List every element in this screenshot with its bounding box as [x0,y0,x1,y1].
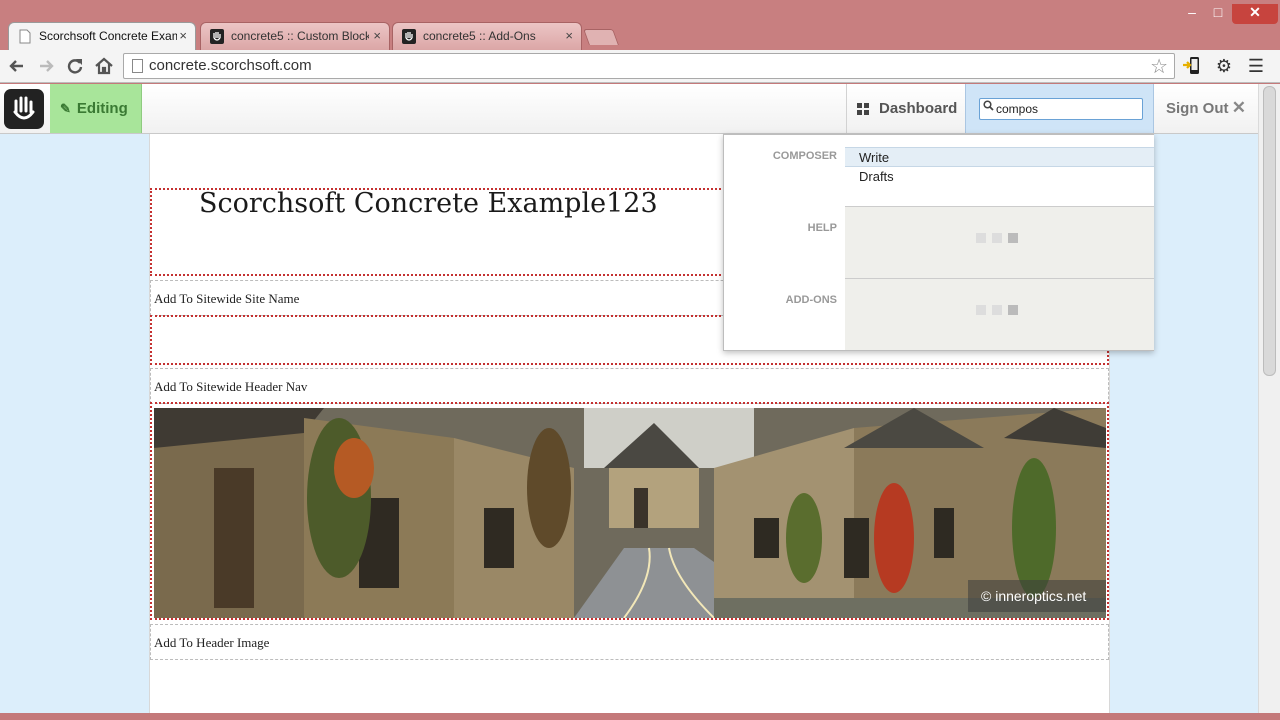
new-tab-button[interactable] [583,29,619,45]
tab-scorchsoft[interactable]: Scorchsoft Concrete Exam × [8,22,196,50]
settings-gear-icon[interactable]: ⚙ [1213,55,1235,77]
composer-results: Write Drafts [845,135,1154,207]
close-tab-icon[interactable]: × [373,28,381,43]
address-url: concrete.scorchsoft.com [149,57,312,74]
menu-icon[interactable]: ☰ [1245,55,1267,77]
add-ons-results [845,279,1154,350]
concrete5-toolbar: ✎ Editing Dashboard Sign Out ✕ [0,84,1258,134]
search-input[interactable] [979,98,1143,120]
page-viewport: Scorchsoft Concrete Example123 Add To Si… [0,84,1280,713]
reload-icon[interactable] [64,55,86,77]
loading-indicator [976,233,1018,245]
dashboard-grid-icon [857,103,869,115]
address-bar[interactable]: concrete.scorchsoft.com ☆ [123,53,1175,79]
home-icon[interactable] [93,55,115,77]
tab-title: Scorchsoft Concrete Exam [39,29,177,43]
bookmark-star-icon[interactable]: ☆ [1150,54,1168,79]
add-header-nav-bar[interactable]: Add To Sitewide Header Nav [150,368,1109,404]
results-section-labels: COMPOSER HELP ADD-ONS [724,135,845,350]
scrollbar-thumb[interactable] [1263,86,1276,376]
dashboard-button[interactable]: Dashboard [846,84,965,133]
search-icon [983,100,994,114]
browser-toolbar: concrete.scorchsoft.com ☆ ⚙ ☰ [0,50,1280,83]
sign-out-label: Sign Out [1166,100,1229,117]
pencil-icon: ✎ [60,101,71,116]
section-label-help: HELP [807,222,837,234]
section-label-add-ons: ADD-ONS [785,294,837,306]
tab-custom-block[interactable]: concrete5 :: Custom Block × [200,22,390,50]
close-tab-icon[interactable]: × [179,28,187,43]
page-favicon-icon [19,29,31,44]
tab-title: concrete5 :: Add-Ons [423,29,536,43]
window-bottom-border [0,713,1280,720]
close-tab-icon[interactable]: × [565,28,573,43]
site-name-heading: Scorchsoft Concrete Example123 [199,188,658,219]
editing-label: Editing [76,100,128,117]
concrete5-logo-icon[interactable] [4,89,44,129]
section-label-composer: COMPOSER [772,150,837,162]
close-window-button[interactable]: ✕ [1232,4,1278,24]
header-image: © inneroptics.net [154,408,1106,618]
back-arrow-icon[interactable] [6,55,28,77]
add-header-image-bar[interactable]: Add To Header Image [150,624,1109,660]
dashboard-label: Dashboard [879,100,958,117]
tab-add-ons[interactable]: concrete5 :: Add-Ons × [392,22,582,50]
concrete5-favicon-icon [402,29,416,44]
help-results [845,207,1154,279]
tab-title: concrete5 :: Custom Block [231,29,369,43]
intelligent-search [965,84,1154,133]
page-icon [132,59,143,73]
forward-arrow-icon[interactable] [35,55,57,77]
loading-indicator [976,305,1018,317]
editing-button[interactable]: ✎ Editing [50,84,142,133]
result-drafts[interactable]: Drafts [845,167,1154,187]
close-icon: ✕ [1231,98,1246,117]
sign-out-button[interactable]: Sign Out ✕ [1155,84,1258,133]
results-content: Write Drafts [845,135,1154,350]
window-titlebar: Scorchsoft Concrete Exam × concrete5 :: … [0,0,1280,50]
result-write[interactable]: Write [845,147,1154,167]
vertical-scrollbar[interactable] [1258,84,1280,713]
image-credit: © inneroptics.net [968,580,1106,612]
extension-phone-icon[interactable] [1181,55,1203,77]
concrete5-favicon-icon [210,29,224,44]
search-results-panel: COMPOSER HELP ADD-ONS Write Drafts [723,134,1154,351]
